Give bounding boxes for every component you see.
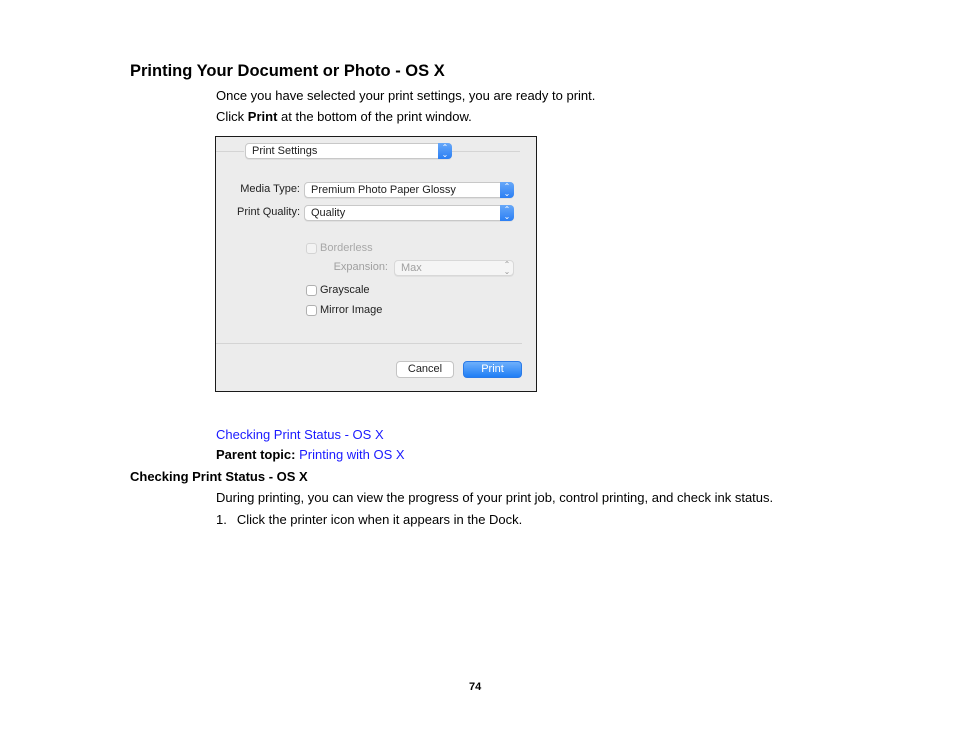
- cancel-button[interactable]: Cancel: [396, 361, 454, 378]
- page-number: 74: [469, 681, 482, 693]
- grayscale-checkbox[interactable]: [306, 285, 317, 296]
- print-dialog-screenshot: Print Settings ⌃ ⌄ Media Type: Premium Ph…: [215, 136, 537, 392]
- mirror-image-checkbox[interactable]: [306, 305, 317, 316]
- print-settings-value: Print Settings: [252, 145, 318, 157]
- parent-topic-label: Parent topic:: [216, 447, 296, 462]
- grayscale-label: Grayscale: [320, 284, 370, 296]
- parent-topic-link[interactable]: Printing with OS X: [299, 447, 405, 462]
- popup-arrows-icon: ⌃ ⌄: [500, 182, 514, 198]
- expansion-popup[interactable]: Max ⌃ ⌄: [394, 260, 514, 276]
- media-type-label: Media Type:: [240, 183, 300, 195]
- popup-arrows-icon: ⌃ ⌄: [503, 260, 511, 276]
- step-number: 1.: [216, 512, 227, 527]
- instruction-bold: Print: [247, 109, 278, 124]
- page-heading: Printing Your Document or Photo - OS X: [130, 62, 445, 80]
- media-type-value: Premium Photo Paper Glossy: [311, 184, 456, 196]
- step-text: Click the printer icon when it appears i…: [236, 512, 523, 527]
- expansion-value: Max: [401, 262, 422, 274]
- expansion-label: Expansion:: [333, 261, 388, 273]
- separator: [216, 343, 522, 344]
- borderless-checkbox[interactable]: [306, 243, 317, 254]
- media-type-popup[interactable]: Premium Photo Paper Glossy ⌃ ⌄: [304, 182, 514, 198]
- print-quality-value: Quality: [311, 207, 346, 219]
- print-button[interactable]: Print: [463, 361, 522, 378]
- print-quality-label: Print Quality:: [237, 206, 300, 218]
- borderless-label: Borderless: [320, 242, 373, 254]
- print-settings-popup[interactable]: Print Settings ⌃ ⌄: [245, 143, 452, 159]
- parent-topic: Parent topic: Printing with OS X: [216, 447, 405, 462]
- print-quality-popup[interactable]: Quality ⌃ ⌄: [304, 205, 514, 221]
- separator: [452, 151, 520, 152]
- instruction-text: Click Print at the bottom of the print w…: [216, 109, 472, 124]
- popup-arrows-icon: ⌃ ⌄: [500, 205, 514, 221]
- subheading: Checking Print Status - OS X: [130, 469, 308, 484]
- popup-arrows-icon: ⌃ ⌄: [438, 143, 452, 159]
- related-link-checking-print-status[interactable]: Checking Print Status - OS X: [216, 427, 384, 442]
- separator: [216, 151, 244, 152]
- instruction-suffix: at the bottom of the print window.: [277, 109, 472, 124]
- instruction-prefix: Click: [216, 109, 248, 124]
- mirror-image-label: Mirror Image: [320, 304, 383, 316]
- step-item: 1. Click the printer icon when it appears…: [216, 512, 522, 527]
- description-text: During printing, you can view the progre…: [216, 490, 774, 505]
- intro-text: Once you have selected your print settin…: [216, 88, 596, 103]
